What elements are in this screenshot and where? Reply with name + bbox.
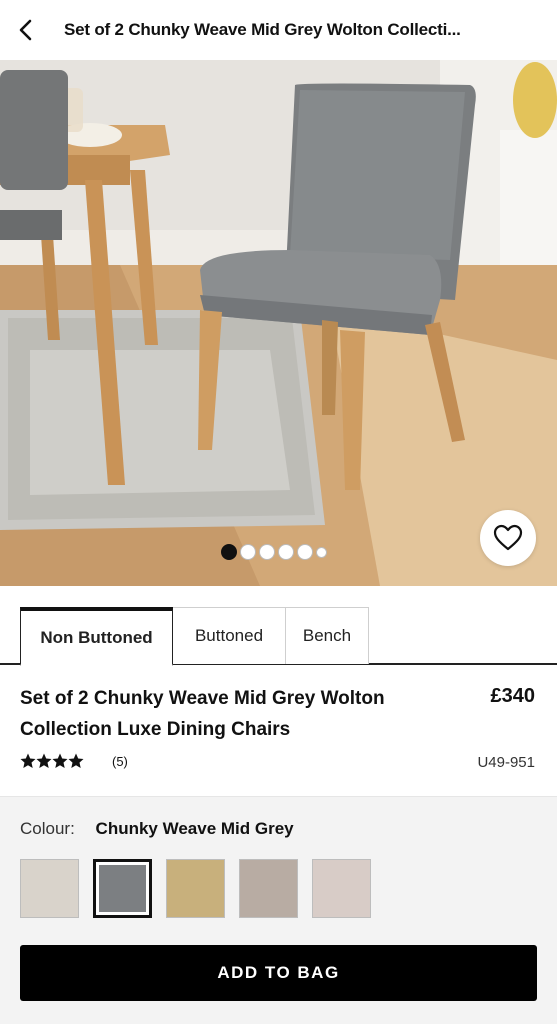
rating-summary[interactable]: (5) [20,753,128,769]
variant-tabs: Non Buttoned Buttoned Bench [0,607,557,666]
carousel-dot[interactable] [316,546,327,558]
swatch-fill [99,865,146,912]
carousel-dot[interactable] [278,544,294,560]
carousel-dot[interactable] [240,544,256,560]
product-image-carousel[interactable] [0,60,557,586]
star-rating-icon [20,753,84,768]
colour-selector: Colour: Chunky Weave Mid Grey ADD TO BAG [0,796,557,1024]
tab-buttoned[interactable]: Buttoned [172,607,286,664]
colour-label: Colour: [20,819,75,838]
heart-icon [493,524,523,551]
swatch-fill [21,860,78,917]
add-to-bag-button[interactable]: ADD TO BAG [20,945,537,1001]
colour-swatches [20,859,371,918]
review-count: (5) [112,753,128,769]
colour-swatch[interactable] [166,859,225,918]
swatch-fill [240,860,297,917]
favourite-button[interactable] [480,510,536,566]
carousel-dot[interactable] [297,544,313,560]
back-button[interactable] [0,0,52,60]
colour-label-row: Colour: Chunky Weave Mid Grey [20,819,294,839]
carousel-pagination [221,544,327,560]
product-photo [0,60,557,586]
tab-non-buttoned[interactable]: Non Buttoned [20,607,173,666]
tab-bench[interactable]: Bench [285,607,369,664]
colour-swatch-selected[interactable] [93,859,152,918]
product-price: £340 [490,685,536,707]
colour-swatch[interactable] [239,859,298,918]
carousel-dot[interactable] [221,544,237,560]
colour-swatch[interactable] [20,859,79,918]
product-code: U49-951 [477,754,535,771]
colour-swatch[interactable] [312,859,371,918]
product-title: Set of 2 Chunky Weave Mid Grey Wolton Co… [20,688,385,740]
top-bar: Set of 2 Chunky Weave Mid Grey Wolton Co… [0,0,557,60]
carousel-dot[interactable] [259,544,275,560]
swatch-fill [167,860,224,917]
selected-colour: Chunky Weave Mid Grey [95,819,294,838]
chevron-left-icon [19,19,32,41]
swatch-fill [313,860,370,917]
page-title: Set of 2 Chunky Weave Mid Grey Wolton Co… [64,20,461,39]
